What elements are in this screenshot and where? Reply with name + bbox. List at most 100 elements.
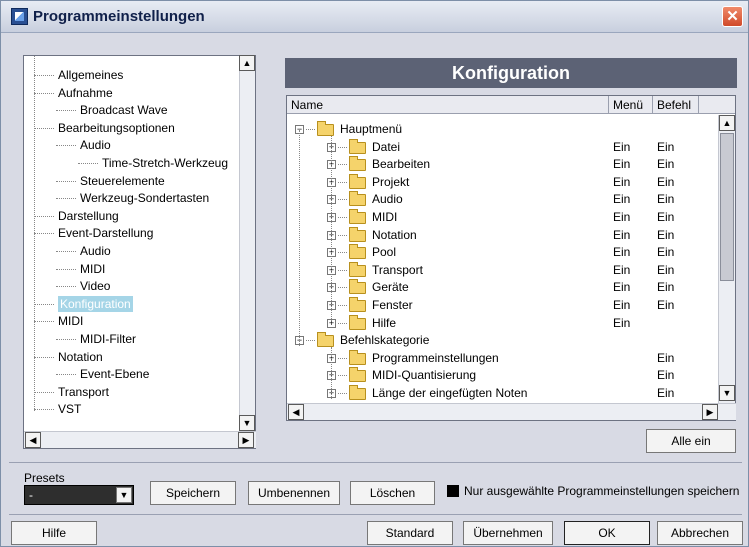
rename-preset-button[interactable]: Umbenennen [248, 481, 340, 505]
command-cell[interactable]: Ein [657, 190, 674, 208]
scroll-left-icon[interactable]: ◀ [25, 432, 41, 448]
list-item[interactable]: − Hauptmenü [287, 120, 717, 138]
menu-cell[interactable]: Ein [613, 296, 630, 314]
tree-connector [34, 409, 54, 411]
scroll-up-icon[interactable]: ▲ [239, 55, 255, 71]
tree-item[interactable]: Video [80, 277, 110, 295]
tree-item[interactable]: Bearbeitungsoptionen [58, 119, 175, 137]
all-on-button[interactable]: Alle ein [646, 429, 736, 453]
folder-icon [349, 297, 366, 312]
presets-dropdown[interactable]: - ▼ [24, 485, 134, 505]
menu-cell[interactable]: Ein [613, 226, 630, 244]
column-header-name[interactable]: Name [287, 96, 609, 114]
menu-cell[interactable]: Ein [613, 261, 630, 279]
command-cell[interactable]: Ein [657, 278, 674, 296]
list-vertical-scrollbar[interactable]: ▲ ▼ [718, 115, 735, 403]
list-item[interactable]: + Projekt Ein Ein [287, 173, 717, 191]
scroll-left-icon[interactable]: ◀ [288, 404, 304, 420]
menu-cell[interactable]: Ein [613, 138, 630, 156]
menu-cell[interactable]: Ein [613, 155, 630, 173]
command-cell[interactable]: Ein [657, 138, 674, 156]
tree-item[interactable]: MIDI [80, 260, 105, 278]
tree-item[interactable]: Steuerelemente [80, 172, 165, 190]
close-button[interactable]: ✕ [722, 6, 743, 27]
command-cell[interactable]: Ein [657, 208, 674, 226]
tree-connector [34, 233, 54, 235]
menu-cell[interactable]: Ein [613, 190, 630, 208]
command-cell[interactable]: Ein [657, 243, 674, 261]
list-item[interactable]: + Programmeinstellungen Ein [287, 349, 717, 367]
scroll-up-icon[interactable]: ▲ [719, 115, 735, 131]
list-item[interactable]: + Fenster Ein Ein [287, 296, 717, 314]
list-item[interactable]: + Datei Ein Ein [287, 138, 717, 156]
chevron-down-icon[interactable]: ▼ [116, 487, 132, 503]
tree-item[interactable]: Broadcast Wave [80, 101, 168, 119]
scroll-down-icon[interactable]: ▼ [719, 385, 735, 401]
tree-connector [56, 339, 76, 340]
column-header-command[interactable]: Befehl [653, 96, 699, 114]
command-cell[interactable]: Ein [657, 261, 674, 279]
tree-item[interactable]: Event-Darstellung [58, 224, 153, 242]
command-cell[interactable]: Ein [657, 384, 674, 402]
list-item[interactable]: + Audio Ein Ein [287, 190, 717, 208]
tree-connector [78, 163, 98, 164]
tree-item[interactable]: MIDI [58, 312, 83, 330]
apply-button[interactable]: Übernehmen [463, 521, 553, 545]
tree-item[interactable]: Event-Ebene [80, 365, 149, 383]
scroll-thumb[interactable] [720, 133, 734, 281]
list-item[interactable]: + Länge der eingefügten Noten Ein [287, 384, 717, 402]
tree-item[interactable]: Darstellung [58, 207, 119, 225]
menu-cell[interactable]: Ein [613, 173, 630, 191]
list-item[interactable]: + Pool Ein Ein [287, 243, 717, 261]
standard-button[interactable]: Standard [367, 521, 453, 545]
menu-cell[interactable]: Ein [613, 314, 630, 332]
scroll-down-icon[interactable]: ▼ [239, 415, 255, 431]
tree-horizontal-scrollbar[interactable]: ◀ ▶ [24, 431, 256, 448]
list-item[interactable]: + Geräte Ein Ein [287, 278, 717, 296]
command-cell[interactable]: Ein [657, 349, 674, 367]
tree-item[interactable]: Aufnahme [58, 84, 113, 102]
scroll-right-icon[interactable]: ▶ [238, 432, 254, 448]
tree-item[interactable]: Konfiguration [58, 295, 133, 313]
tree-item[interactable]: MIDI-Filter [80, 330, 136, 348]
command-cell[interactable]: Ein [657, 155, 674, 173]
list-item[interactable]: + MIDI-Quantisierung Ein [287, 366, 717, 384]
tree-item[interactable]: Transport [58, 383, 109, 401]
delete-preset-button[interactable]: Löschen [350, 481, 435, 505]
help-button[interactable]: Hilfe [11, 521, 97, 545]
tree-item[interactable]: Notation [58, 348, 103, 366]
list-item[interactable]: − Befehlskategorie [287, 331, 717, 349]
tree-item[interactable]: VST [58, 400, 81, 418]
list-item[interactable]: + MIDI Ein Ein [287, 208, 717, 226]
selected-only-checkbox[interactable] [447, 485, 459, 497]
tree-item[interactable]: Audio [80, 242, 111, 260]
ok-button[interactable]: OK [564, 521, 650, 545]
tree-item[interactable]: Allgemeines [58, 66, 123, 84]
tree-item[interactable]: Time-Stretch-Werkzeug [102, 154, 228, 172]
menu-cell[interactable]: Ein [613, 208, 630, 226]
list-item[interactable]: + Hilfe Ein [287, 314, 717, 332]
tree-item-label: Audio [80, 244, 111, 258]
tree-item[interactable]: Audio [80, 136, 111, 154]
tree-connector [338, 217, 347, 218]
menu-cell[interactable]: Ein [613, 243, 630, 261]
list-item[interactable]: + Bearbeiten Ein Ein [287, 155, 717, 173]
column-header-menu[interactable]: Menü [609, 96, 653, 114]
tree-item[interactable]: Werkzeug-Sondertasten [80, 189, 209, 207]
list-item[interactable]: + Notation Ein Ein [287, 226, 717, 244]
command-cell[interactable]: Ein [657, 296, 674, 314]
scroll-right-icon[interactable]: ▶ [702, 404, 718, 420]
list-item-label: MIDI [372, 210, 398, 224]
tree-connector [56, 374, 76, 376]
save-preset-button[interactable]: Speichern [150, 481, 236, 505]
cancel-button[interactable]: Abbrechen [657, 521, 743, 545]
menu-cell[interactable]: Ein [613, 278, 630, 296]
tree-vertical-scrollbar[interactable]: ▲ ▼ [239, 55, 255, 432]
list-horizontal-scrollbar[interactable]: ◀ ▶ [287, 403, 736, 420]
command-cell[interactable]: Ein [657, 173, 674, 191]
command-cell[interactable]: Ein [657, 366, 674, 384]
tree-item-label: Werkzeug-Sondertasten [80, 191, 210, 206]
command-cell[interactable]: Ein [657, 226, 674, 244]
presets-value: - [29, 488, 33, 502]
list-item[interactable]: + Transport Ein Ein [287, 261, 717, 279]
